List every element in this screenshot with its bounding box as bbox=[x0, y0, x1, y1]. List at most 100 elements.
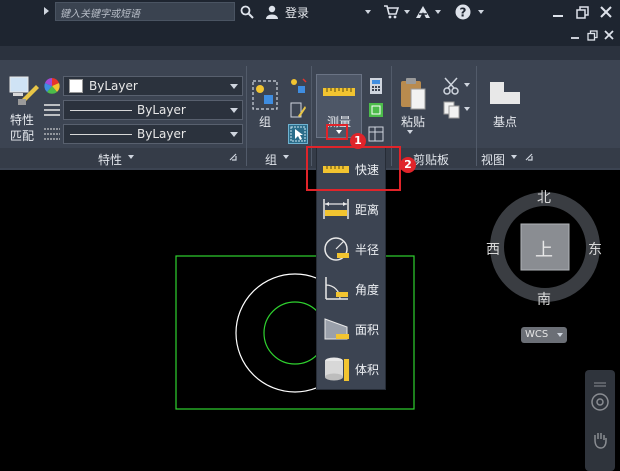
paste-caret-icon[interactable] bbox=[407, 130, 413, 134]
search-input[interactable]: 键入关键字或短语 bbox=[55, 2, 235, 21]
menu-item-label: 角度 bbox=[355, 283, 380, 297]
group-panel-label[interactable]: 组 bbox=[265, 151, 277, 168]
quickcalc-icon[interactable] bbox=[367, 76, 385, 96]
minimize-icon[interactable] bbox=[549, 3, 567, 21]
linetype-value: ByLayer bbox=[137, 103, 186, 117]
menu-item-volume[interactable]: 体积 bbox=[317, 349, 387, 389]
group-icon[interactable] bbox=[250, 78, 280, 112]
view-panel-caret-icon[interactable] bbox=[511, 155, 517, 159]
restore-icon[interactable] bbox=[573, 3, 591, 21]
paste-button-label: 粘贴 bbox=[401, 115, 426, 129]
user-icon[interactable] bbox=[264, 3, 280, 21]
linetype-preview bbox=[70, 110, 132, 111]
login-link[interactable]: 登录 bbox=[285, 4, 309, 21]
menu-item-label: 体积 bbox=[355, 363, 380, 377]
lineweight-value: ByLayer bbox=[137, 127, 186, 141]
chevron-down-icon bbox=[230, 84, 238, 89]
doc-close-icon[interactable] bbox=[602, 28, 616, 42]
properties-panel-label[interactable]: 特性 bbox=[98, 151, 122, 168]
clipboard-panel-label: 剪贴板 bbox=[413, 153, 450, 167]
select-all-icon[interactable] bbox=[367, 100, 385, 120]
document-bar bbox=[0, 24, 620, 46]
chevron-down-icon bbox=[230, 108, 238, 113]
pan-hand-icon[interactable] bbox=[590, 430, 610, 450]
doc-minimize-icon[interactable] bbox=[568, 28, 582, 42]
chevron-down-icon bbox=[230, 132, 238, 137]
doc-restore-icon[interactable] bbox=[585, 28, 599, 42]
viewcube-north-label[interactable]: 北 bbox=[537, 187, 551, 207]
menu-item-distance[interactable]: 距离 bbox=[317, 189, 387, 229]
cut-icon[interactable] bbox=[441, 76, 463, 96]
search-placeholder: 键入关键字或短语 bbox=[60, 9, 140, 20]
match-properties-label-1: 特性 bbox=[10, 113, 35, 127]
cart-dropdown-caret-icon[interactable] bbox=[404, 10, 410, 14]
svg-text:?: ? bbox=[460, 6, 467, 20]
volume-icon bbox=[322, 355, 350, 383]
lineweight-preview bbox=[70, 134, 132, 135]
menu-item-label: 半径 bbox=[355, 243, 380, 257]
expand-arrow-icon[interactable] bbox=[44, 7, 49, 15]
menu-item-area[interactable]: 面积 bbox=[317, 309, 387, 349]
drawing-canvas[interactable] bbox=[0, 170, 620, 471]
linetype-select[interactable]: ByLayer bbox=[63, 100, 243, 120]
properties-dialog-launcher-icon[interactable] bbox=[228, 152, 238, 162]
search-icon[interactable] bbox=[238, 3, 256, 21]
view-panel-label[interactable]: 视图 bbox=[481, 151, 505, 168]
cut-caret-icon[interactable] bbox=[464, 83, 470, 87]
angle-icon bbox=[322, 275, 350, 303]
menu-item-angle[interactable]: 角度 bbox=[317, 269, 387, 309]
login-dropdown-caret-icon[interactable] bbox=[365, 10, 371, 14]
menu-item-label: 距离 bbox=[355, 203, 380, 217]
color-wheel-icon bbox=[43, 77, 61, 95]
navbar-close-icon[interactable] bbox=[592, 380, 608, 390]
match-properties-icon[interactable] bbox=[7, 74, 41, 108]
color-swatch bbox=[69, 79, 83, 93]
help-icon[interactable]: ? bbox=[454, 3, 472, 21]
table-icon[interactable] bbox=[367, 124, 385, 144]
annotation-box-1 bbox=[326, 124, 348, 140]
title-bar: 键入关键字或短语 登录 ? bbox=[0, 0, 620, 24]
properties-panel-caret-icon[interactable] bbox=[128, 155, 134, 159]
color-select[interactable]: ByLayer bbox=[63, 76, 243, 96]
wcs-menu[interactable]: WCS bbox=[521, 327, 567, 343]
navigation-bar bbox=[585, 370, 615, 471]
color-value: ByLayer bbox=[89, 79, 138, 93]
linetype-icon bbox=[43, 101, 61, 119]
radius-icon bbox=[322, 235, 350, 263]
autodesk-a360-icon[interactable] bbox=[414, 3, 432, 21]
lineweight-icon bbox=[43, 125, 61, 143]
close-icon[interactable] bbox=[597, 3, 615, 21]
area-icon bbox=[322, 315, 350, 343]
lineweight-select[interactable]: ByLayer bbox=[63, 124, 243, 144]
view-dialog-launcher-icon[interactable] bbox=[524, 152, 534, 162]
viewcube-top-label[interactable]: 上 bbox=[535, 236, 553, 262]
copy-icon[interactable] bbox=[441, 100, 463, 120]
a360-dropdown-caret-icon[interactable] bbox=[435, 10, 441, 14]
steering-wheel-icon[interactable] bbox=[590, 392, 610, 412]
basepoint-button-label: 基点 bbox=[493, 115, 518, 129]
panel-separator bbox=[476, 66, 477, 166]
ungroup-icon[interactable] bbox=[288, 76, 308, 96]
help-dropdown-caret-icon[interactable] bbox=[478, 10, 484, 14]
paste-icon[interactable] bbox=[398, 76, 428, 112]
group-button-label: 组 bbox=[259, 115, 272, 129]
viewcube-south-label[interactable]: 南 bbox=[537, 289, 551, 309]
copy-caret-icon[interactable] bbox=[464, 107, 470, 111]
menu-item-radius[interactable]: 半径 bbox=[317, 229, 387, 269]
wcs-caret-icon bbox=[557, 333, 563, 337]
group-select-icon[interactable] bbox=[288, 124, 308, 144]
panel-separator bbox=[246, 66, 247, 166]
group-edit-icon[interactable] bbox=[288, 100, 308, 120]
wcs-label: WCS bbox=[525, 329, 549, 340]
basepoint-icon[interactable] bbox=[488, 78, 522, 108]
viewcube-east-label[interactable]: 东 bbox=[588, 239, 602, 259]
menu-item-label: 面积 bbox=[355, 323, 380, 337]
distance-icon bbox=[322, 195, 350, 223]
ruler-icon bbox=[322, 82, 356, 102]
match-properties-label-2: 匹配 bbox=[10, 129, 35, 143]
annotation-badge-2: 2 bbox=[400, 157, 416, 173]
cart-icon[interactable] bbox=[382, 3, 400, 21]
ribbon-tab-strip bbox=[0, 46, 620, 60]
group-panel-caret-icon[interactable] bbox=[283, 155, 289, 159]
viewcube-west-label[interactable]: 西 bbox=[486, 239, 500, 259]
